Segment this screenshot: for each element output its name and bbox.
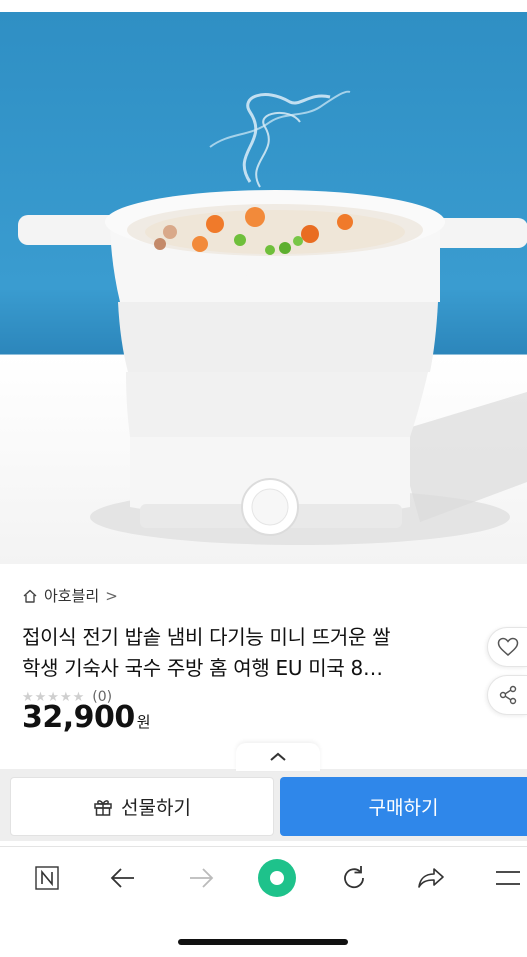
status-bar-edge <box>0 0 527 12</box>
buy-button-label: 구매하기 <box>368 797 439 819</box>
product-title-line-2: 학생 기숙사 국수 주방 홈 여행 EU 미국 8… <box>22 656 383 680</box>
product-title: 접이식 전기 밥솥 냄비 다기능 미니 뜨거운 쌀 학생 기숙사 국수 주방 홈… <box>22 622 470 684</box>
collapse-toggle[interactable] <box>236 743 320 771</box>
menu-button[interactable] <box>488 858 527 898</box>
like-button[interactable] <box>487 627 527 667</box>
reload-button[interactable] <box>334 858 374 898</box>
price-amount: 32,900 <box>22 700 135 735</box>
reload-icon <box>344 866 364 889</box>
product-title-line-1: 접이식 전기 밥솥 냄비 다기능 미니 뜨거운 쌀 <box>22 625 391 649</box>
product-page: 아호블리 > 접이식 전기 밥솥 냄비 다기능 미니 뜨거운 쌀 학생 기숙사 … <box>0 0 527 957</box>
share-button[interactable] <box>487 675 527 715</box>
gift-icon <box>94 799 112 816</box>
chevron-up-icon <box>270 752 286 761</box>
share-icon <box>499 685 516 705</box>
chevron-right-icon: > <box>105 586 118 605</box>
green-dot-icon <box>258 859 296 897</box>
price: 32,900 원 <box>22 696 151 744</box>
buy-button[interactable]: 구매하기 <box>280 777 527 836</box>
naver-n-icon <box>35 866 59 890</box>
gift-button[interactable]: 선물하기 <box>10 777 274 836</box>
share-arrow-icon <box>418 868 444 888</box>
home-icon <box>23 589 37 603</box>
green-home-button[interactable] <box>257 858 297 898</box>
seller-link[interactable]: 아호블리 > <box>22 585 118 606</box>
forward-button[interactable] <box>181 858 221 898</box>
seller-name: 아호블리 <box>44 587 100 605</box>
product-image[interactable] <box>0 12 527 564</box>
arrow-left-icon <box>110 868 134 888</box>
back-button[interactable] <box>103 858 143 898</box>
naver-n-button[interactable] <box>27 858 67 898</box>
gift-button-label: 선물하기 <box>121 797 191 819</box>
share-page-button[interactable] <box>411 858 451 898</box>
menu-icon <box>496 871 520 885</box>
rice-cooker-illustration <box>18 90 527 545</box>
heart-icon <box>497 637 518 656</box>
arrow-right-icon <box>190 868 214 888</box>
home-indicator[interactable] <box>178 939 348 945</box>
price-currency: 원 <box>136 713 151 731</box>
